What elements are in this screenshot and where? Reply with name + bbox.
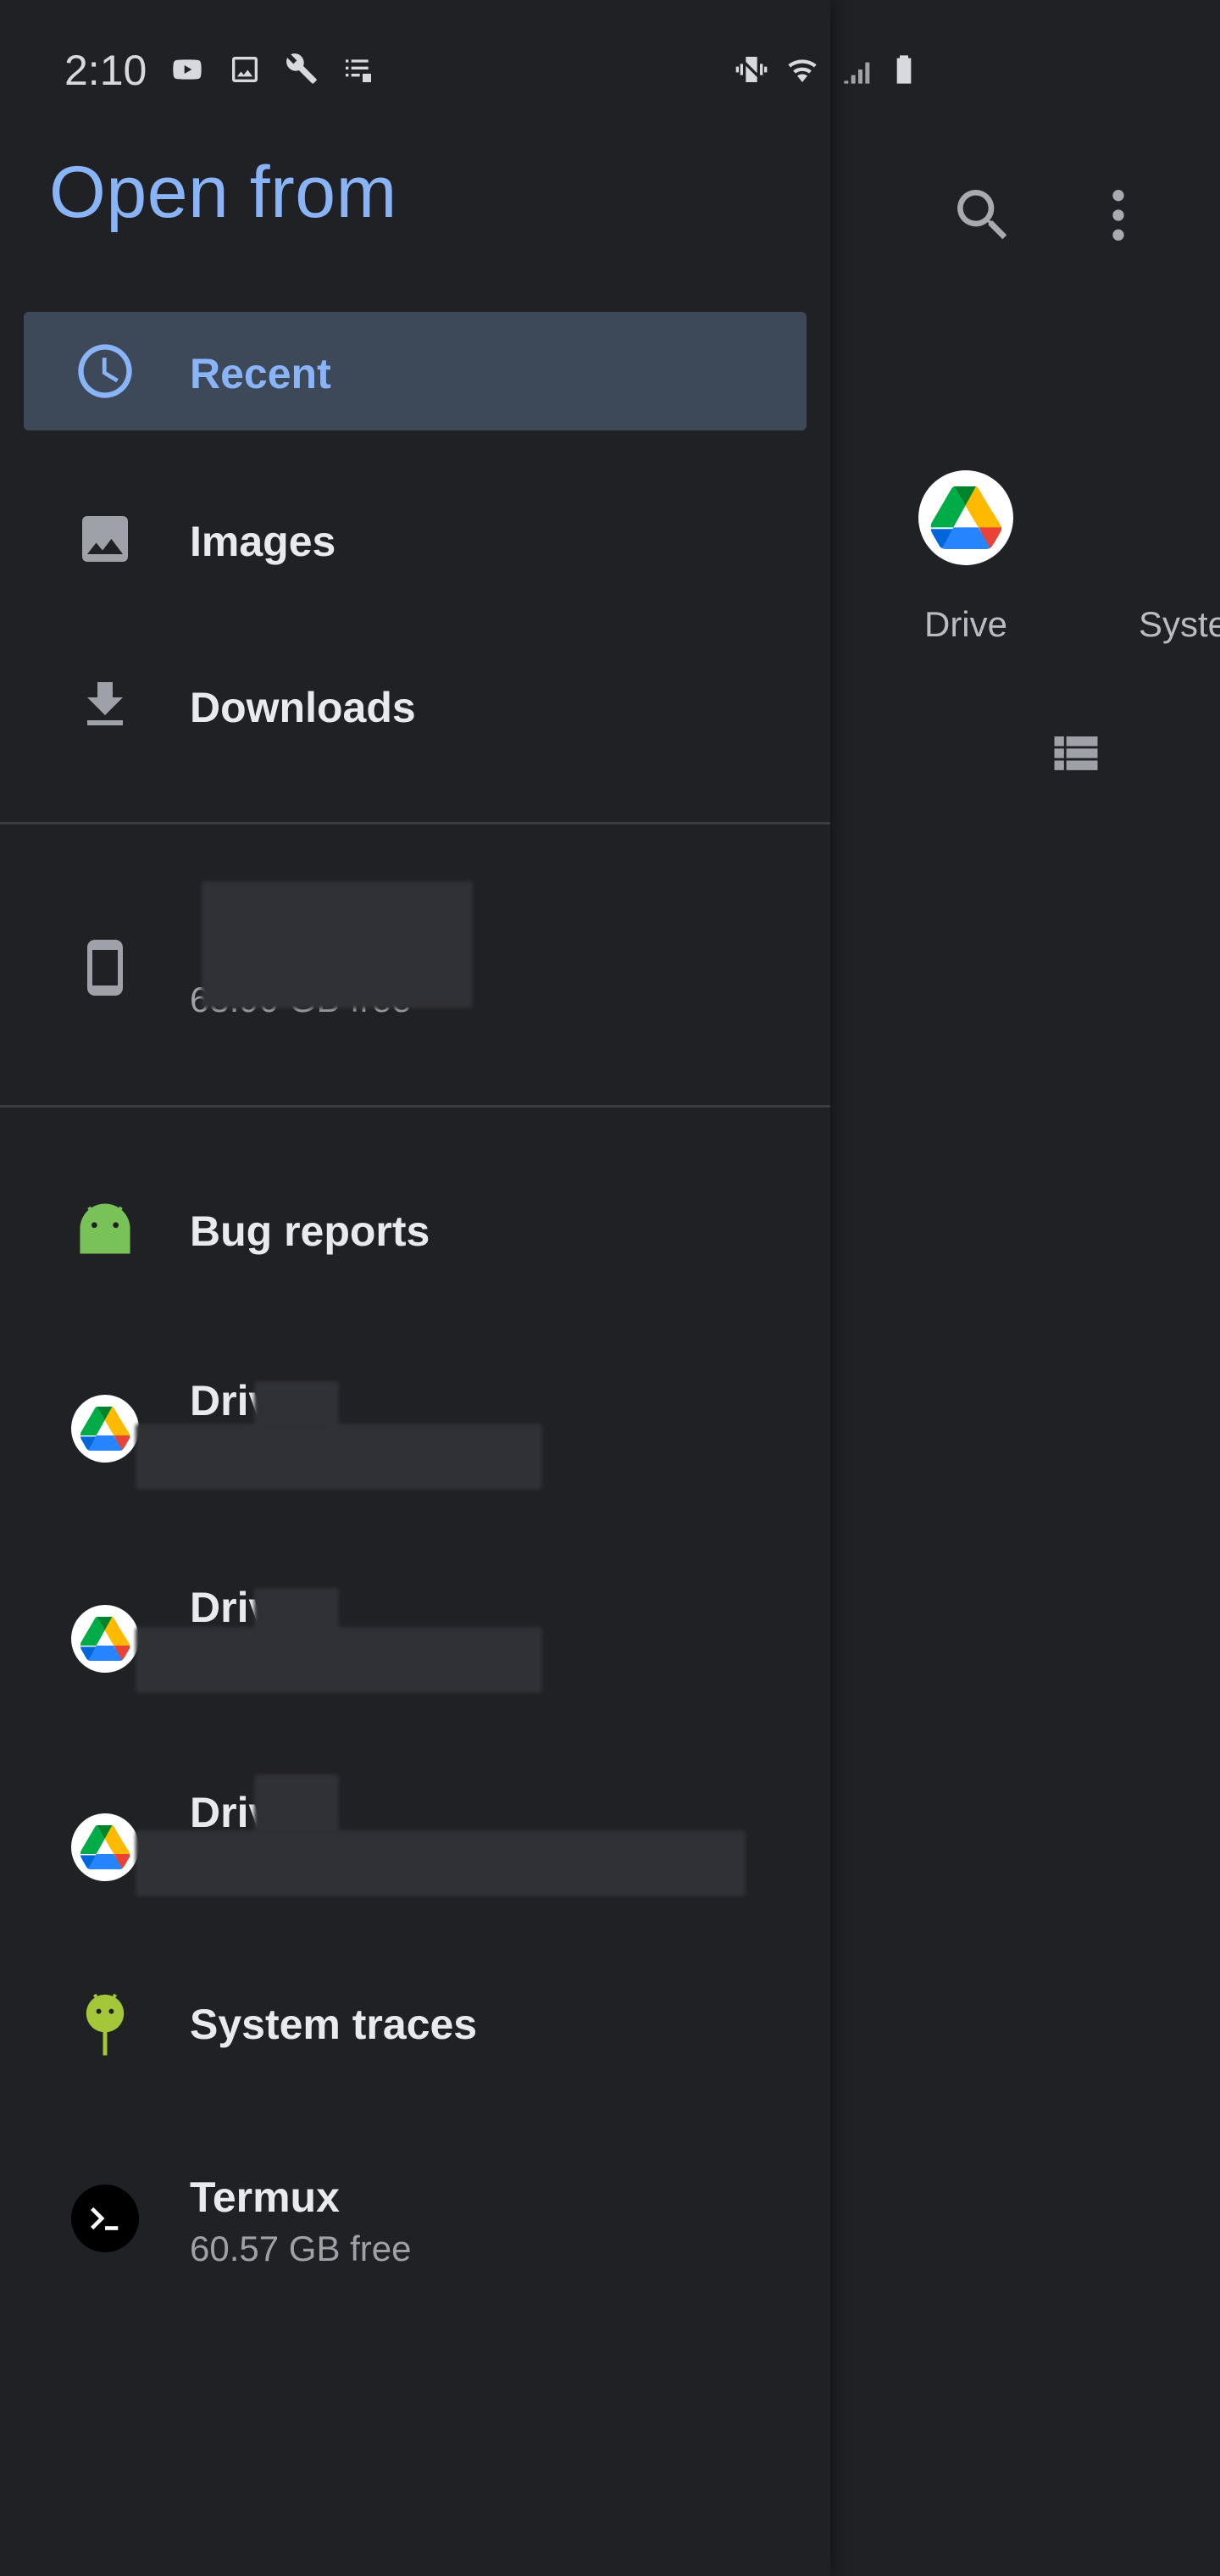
- image-icon: [71, 505, 139, 573]
- divider: [0, 1105, 830, 1108]
- nav-item-bug-reports[interactable]: Bug reports: [24, 1169, 807, 1288]
- vibrate-icon: [732, 53, 771, 86]
- divider: [0, 822, 830, 824]
- more-options-icon[interactable]: [1084, 181, 1152, 249]
- nav-item-label: Images: [190, 518, 336, 565]
- navigation-drawer: 2:10 Open from Recent Images Downloads B…: [0, 0, 912, 2576]
- nav-item-images[interactable]: Images: [24, 480, 807, 598]
- root-tile-drive[interactable]: Drive: [873, 470, 1059, 645]
- signal-icon: [839, 53, 878, 86]
- google-drive-icon: [71, 1605, 139, 1673]
- nav-item-label: System traces: [190, 2001, 478, 2048]
- android-icon: [1212, 470, 1220, 565]
- redacted-block: [136, 1424, 542, 1490]
- phone-icon: [71, 934, 139, 1002]
- nav-item-label: Bug reports: [190, 1208, 430, 1255]
- root-tile-label: Syste: [1139, 604, 1220, 644]
- download-icon: [71, 671, 139, 739]
- root-tile-label: Drive: [923, 604, 1007, 644]
- nav-item-system-traces[interactable]: System traces: [24, 1963, 807, 2081]
- google-drive-icon: [71, 1395, 139, 1463]
- redacted-block: [254, 1774, 339, 1834]
- battery-icon: [884, 53, 923, 86]
- image-icon: [225, 53, 264, 86]
- redacted-block: [136, 1627, 542, 1693]
- redacted-block: [254, 1588, 339, 1635]
- android-icon: [71, 1195, 139, 1263]
- nav-item-downloads[interactable]: Downloads: [24, 646, 807, 764]
- clock-icon: [71, 337, 139, 405]
- storage-free-text: 60.57 GB free: [190, 2229, 412, 2268]
- redacted-block: [136, 1830, 746, 1896]
- nav-item-termux[interactable]: Termux 60.57 GB free: [24, 2152, 807, 2271]
- tools-icon: [283, 53, 322, 86]
- redacted-block: [254, 1381, 339, 1429]
- wifi-icon: [783, 53, 822, 86]
- status-bar: 2:10: [0, 0, 1220, 144]
- screen: Drive Syste 2:10 Open from Recent Images…: [0, 0, 1220, 2576]
- android-debug-icon: [71, 1988, 139, 2056]
- youtube-icon: [168, 53, 207, 86]
- nav-item-label: Recent: [190, 350, 331, 397]
- google-drive-icon: [918, 470, 1013, 565]
- nav-item-recent[interactable]: Recent: [24, 312, 807, 430]
- drawer-title: Open from: [49, 152, 397, 233]
- status-time: 2:10: [64, 47, 147, 94]
- terminal-icon: [71, 2185, 139, 2252]
- files-main-area: [830, 0, 1220, 2576]
- search-icon[interactable]: [949, 181, 1017, 249]
- google-drive-icon: [71, 1813, 139, 1881]
- nav-item-label: Termux: [190, 2174, 340, 2221]
- nav-item-label: Downloads: [190, 684, 416, 731]
- checklist-icon: [339, 53, 378, 86]
- list-view-icon[interactable]: [1047, 724, 1105, 782]
- redacted-block: [202, 881, 473, 1008]
- root-tile-system[interactable]: Syste: [1127, 470, 1220, 645]
